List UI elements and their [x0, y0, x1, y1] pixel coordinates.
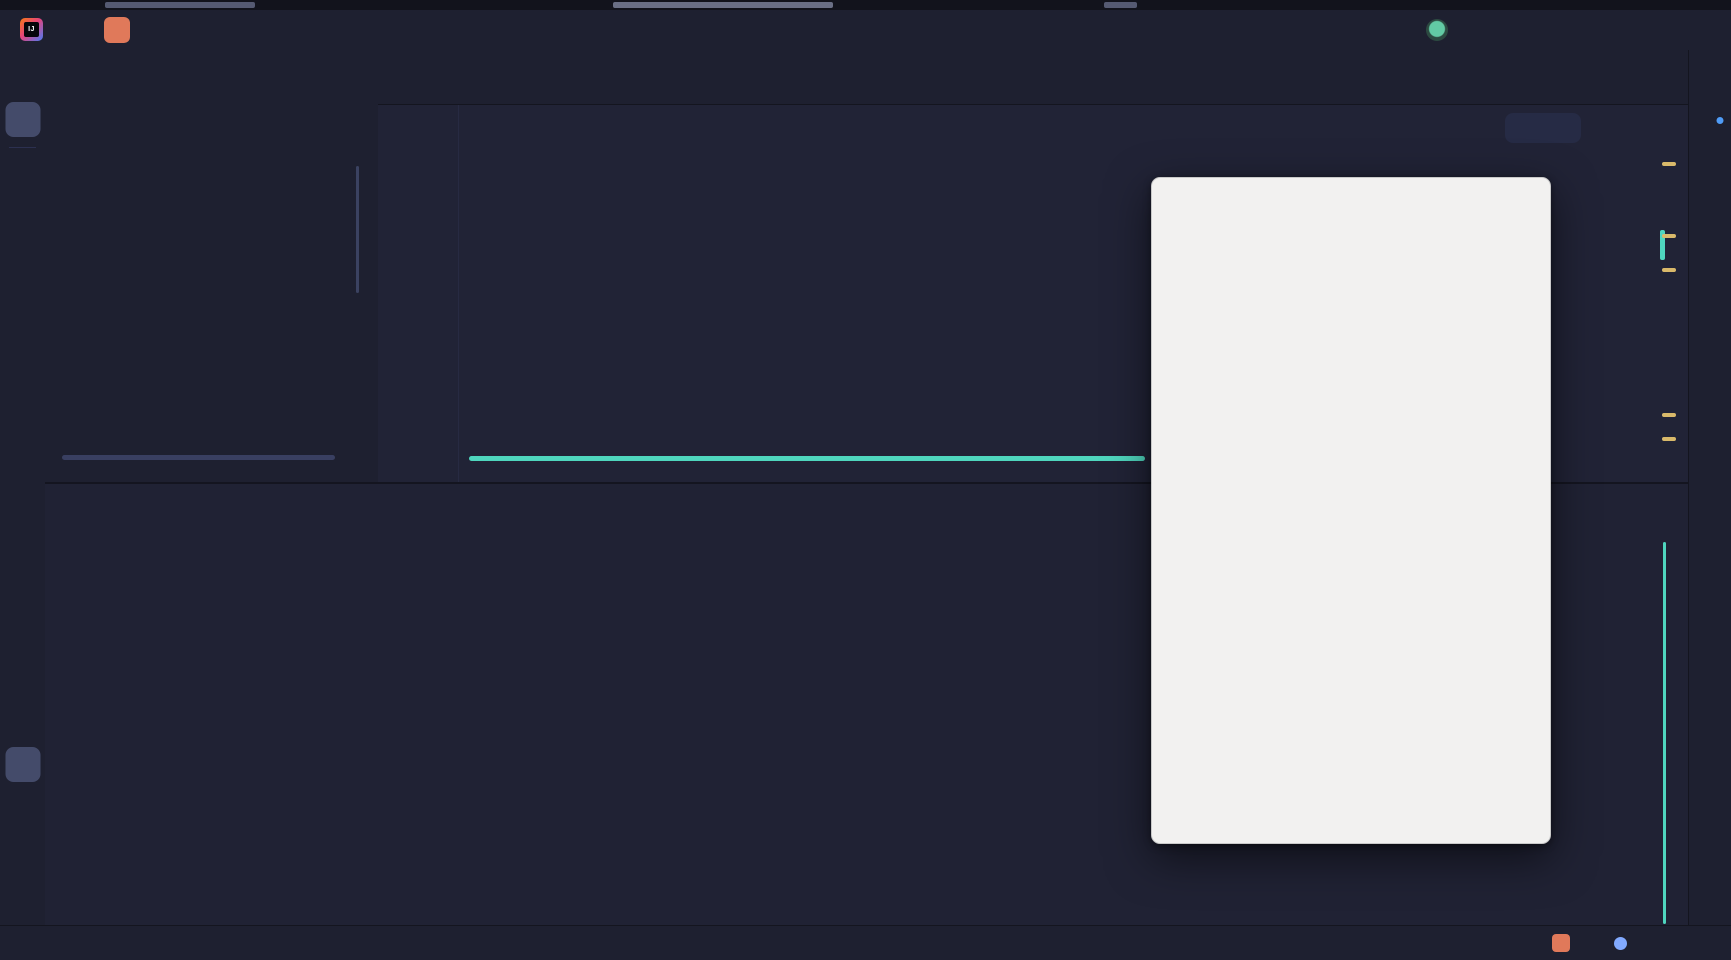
highlighting-level-icon[interactable]	[1614, 936, 1627, 950]
sidebar-item-tools[interactable]	[5, 659, 40, 694]
error-stripe-mark[interactable]	[1662, 162, 1676, 166]
sidebar-item-ai-assistant[interactable]	[1693, 156, 1728, 191]
inspections-widget[interactable]	[1505, 113, 1581, 143]
background-window-fragment	[1104, 2, 1137, 8]
sidebar-item-problems[interactable]	[5, 794, 40, 829]
sidebar-item-documentation[interactable]	[1693, 278, 1728, 313]
sidebar-item-remote-dev[interactable]	[1693, 366, 1728, 401]
terminal-scrollbar[interactable]	[1663, 542, 1666, 924]
sidebar-item-gradle[interactable]	[1693, 321, 1728, 356]
gutter-separator	[458, 105, 459, 482]
titlebar: IJ	[0, 10, 1731, 51]
sidebar-item-terminal[interactable]	[5, 747, 40, 782]
error-stripe-mark[interactable]	[1662, 268, 1676, 272]
project-panel	[45, 50, 378, 482]
calculator-window	[1151, 177, 1551, 844]
window-close-button[interactable]	[1686, 10, 1731, 50]
right-tool-stripe	[1688, 50, 1731, 925]
status-bar	[0, 925, 1731, 960]
sidebar-item-run[interactable]	[5, 567, 40, 602]
sidebar-item-project[interactable]	[5, 102, 40, 137]
background-window-fragment	[613, 2, 833, 8]
sidebar-item-services[interactable]	[5, 705, 40, 740]
calculator-close-button[interactable]	[1503, 178, 1549, 220]
project-widget[interactable]	[140, 10, 146, 50]
branch-project-badge	[1552, 934, 1570, 952]
editor-horizontal-scrollbar[interactable]	[469, 456, 1145, 461]
calculator-minimize-button[interactable]	[1386, 178, 1432, 220]
sidebar-item-commit[interactable]	[5, 160, 40, 195]
project-avatar[interactable]	[104, 17, 130, 43]
calculator-titlebar[interactable]	[1152, 178, 1550, 220]
branch-widget[interactable]	[1552, 934, 1575, 952]
sidebar-item-maven[interactable]	[1693, 233, 1728, 268]
tree-horizontal-scrollbar[interactable]	[62, 455, 335, 460]
background-window-fragment	[105, 2, 255, 8]
error-stripe-mark[interactable]	[1662, 234, 1676, 238]
sidebar-item-version-control[interactable]	[5, 839, 40, 874]
sidebar-item-more[interactable]	[5, 205, 40, 240]
notification-badge	[1715, 116, 1724, 125]
sidebar-item-build[interactable]	[5, 614, 40, 649]
sidebar-item-notifications[interactable]	[1693, 112, 1728, 147]
ide-window: IJ	[0, 0, 1731, 960]
sidebar-item-database[interactable]	[1693, 191, 1728, 226]
window-minimize-button[interactable]	[1596, 10, 1641, 50]
avatar[interactable]	[1426, 19, 1448, 41]
intellij-logo-icon[interactable]: IJ	[20, 18, 43, 41]
vcs-menu[interactable]	[256, 10, 262, 50]
window-maximize-button[interactable]	[1641, 10, 1686, 50]
error-stripe-mark[interactable]	[1662, 413, 1676, 417]
calculator-maximize-button[interactable]	[1446, 178, 1492, 220]
editor-tabbar	[378, 50, 1688, 105]
tree-vertical-scrollbar[interactable]	[356, 166, 359, 293]
error-stripe-mark[interactable]	[1662, 437, 1676, 441]
left-tool-stripe	[0, 50, 46, 925]
calculator-keypad	[1156, 512, 1548, 837]
top-edge-strip	[0, 0, 1731, 10]
divider	[9, 147, 36, 148]
calculator-nav	[1152, 222, 1550, 262]
calculator-memory-row	[1160, 420, 1544, 446]
run-configuration[interactable]	[1048, 10, 1062, 50]
